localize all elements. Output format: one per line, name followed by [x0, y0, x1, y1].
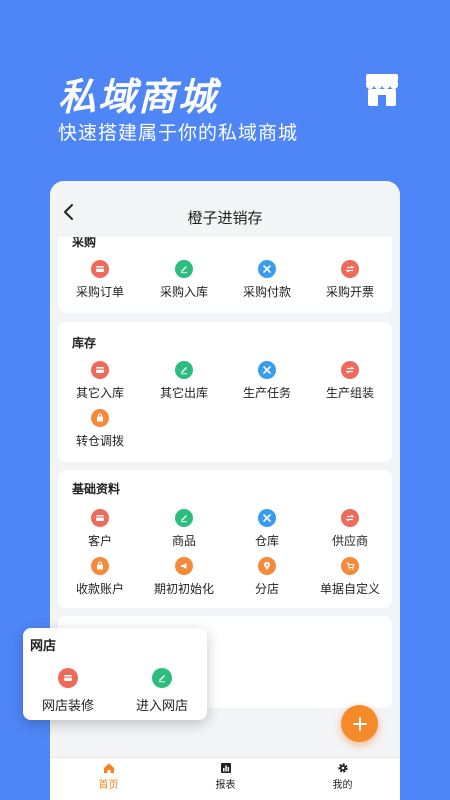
section-inventory: 库存 其它入库 其它出库 生产任务 生产组装 转仓调拨	[58, 322, 392, 462]
menu-item-label: 仓库	[254, 534, 279, 548]
menu-item-label: 其它入库	[75, 386, 124, 400]
menu-item-label: 其它出库	[159, 386, 208, 400]
hero-title: 私域商城	[58, 75, 219, 119]
menu-item-label: 期初初始化	[153, 582, 214, 596]
menu-item-warehouse-transfer[interactable]: 转仓调拨	[58, 409, 142, 449]
report-icon	[220, 763, 231, 773]
home-icon	[103, 763, 114, 773]
section-purchase: 采购 采购订单 采购入库 采购付款 采购开票	[58, 237, 392, 313]
section-title: 采购	[72, 237, 97, 249]
add-floating-button[interactable]	[341, 705, 378, 742]
menu-item-purchase-payment[interactable]: 采购付款	[225, 260, 309, 300]
menu-item-purchase-inbound[interactable]: 采购入库	[142, 260, 226, 300]
menu-item-other-inbound[interactable]: 其它入库	[58, 361, 142, 401]
card-icon	[91, 260, 109, 278]
menu-item-production-task[interactable]: 生产任务	[225, 361, 309, 401]
swap-icon	[341, 361, 359, 379]
menu-item-other-outbound[interactable]: 其它出库	[142, 361, 226, 401]
menu-item-label: 分店	[254, 582, 279, 596]
menu-item-branch[interactable]: 分店	[225, 557, 309, 597]
bottom-tab-bar: 首页 报表 我的	[50, 757, 400, 800]
menu-item-label: 供应商	[331, 534, 368, 548]
menu-item-label: 生产任务	[242, 386, 291, 400]
menu-item-label: 采购付款	[242, 285, 291, 299]
swap-icon	[341, 260, 359, 278]
tab-mine[interactable]: 我的	[284, 762, 400, 791]
pencil-icon	[175, 361, 193, 379]
menu-item-purchase-invoice[interactable]: 采购开票	[308, 260, 392, 300]
tab-label: 首页	[98, 780, 119, 791]
phone-title: 橙子进销存	[187, 209, 263, 227]
menu-item-label: 进入网店	[135, 699, 188, 714]
card-icon	[91, 509, 109, 527]
pencil-icon	[175, 509, 193, 527]
menu-item-label: 收款账户	[75, 582, 124, 596]
menu-item-enter-store[interactable]: 进入网店	[117, 668, 207, 714]
tab-label: 我的	[332, 780, 353, 791]
menu-item-label: 网店装修	[41, 699, 94, 714]
menu-item-initialization[interactable]: 期初初始化	[142, 557, 226, 597]
menu-item-label: 客户	[87, 534, 112, 548]
menu-item-store-decoration[interactable]: 网店装修	[23, 668, 113, 714]
bag-icon	[91, 557, 109, 575]
online-store-popup: 网店 网店装修 进入网店	[23, 628, 207, 720]
tab-report[interactable]: 报表	[167, 762, 284, 791]
cart-icon	[341, 557, 359, 575]
menu-item-label: 生产组装	[325, 386, 374, 400]
menu-item-label: 采购订单	[75, 285, 124, 299]
popup-title: 网店	[30, 639, 57, 654]
menu-item-document-custom[interactable]: 单据自定义	[308, 557, 392, 597]
tools-icon	[258, 361, 276, 379]
bag-icon	[91, 409, 109, 427]
card-icon	[58, 668, 78, 688]
menu-item-label: 商品	[171, 534, 196, 548]
menu-item-label: 采购开票	[325, 285, 374, 299]
gear-icon	[337, 763, 348, 773]
phone-header: 橙子进销存	[50, 181, 400, 237]
menu-item-label: 采购入库	[159, 285, 208, 299]
menu-item-supplier[interactable]: 供应商	[308, 509, 392, 549]
card-icon	[91, 361, 109, 379]
menu-item-purchase-order[interactable]: 采购订单	[58, 260, 142, 300]
menu-item-payment-account[interactable]: 收款账户	[58, 557, 142, 597]
menu-item-warehouse[interactable]: 仓库	[225, 509, 309, 549]
pencil-icon	[175, 260, 193, 278]
menu-item-production-assembly[interactable]: 生产组装	[308, 361, 392, 401]
pencil-icon	[152, 668, 172, 688]
section-basics: 基础资料 客户 商品 仓库 供应商 收款账户 期初初始化 分店 单据自定义	[58, 470, 392, 608]
location-icon	[258, 557, 276, 575]
megaphone-icon	[175, 557, 193, 575]
tab-label: 报表	[215, 780, 236, 791]
swap-icon	[341, 509, 359, 527]
tools-icon	[258, 260, 276, 278]
menu-item-product[interactable]: 商品	[142, 509, 226, 549]
tools-icon	[258, 509, 276, 527]
menu-item-label: 单据自定义	[319, 582, 380, 596]
section-title: 基础资料	[72, 482, 121, 496]
menu-item-customer[interactable]: 客户	[58, 509, 142, 549]
plus-icon	[352, 716, 367, 731]
menu-item-label: 转仓调拨	[75, 434, 124, 448]
tab-home[interactable]: 首页	[50, 762, 167, 791]
store-icon	[366, 74, 398, 106]
section-title: 库存	[72, 336, 97, 350]
hero-subtitle: 快速搭建属于你的私域商城	[58, 122, 299, 144]
